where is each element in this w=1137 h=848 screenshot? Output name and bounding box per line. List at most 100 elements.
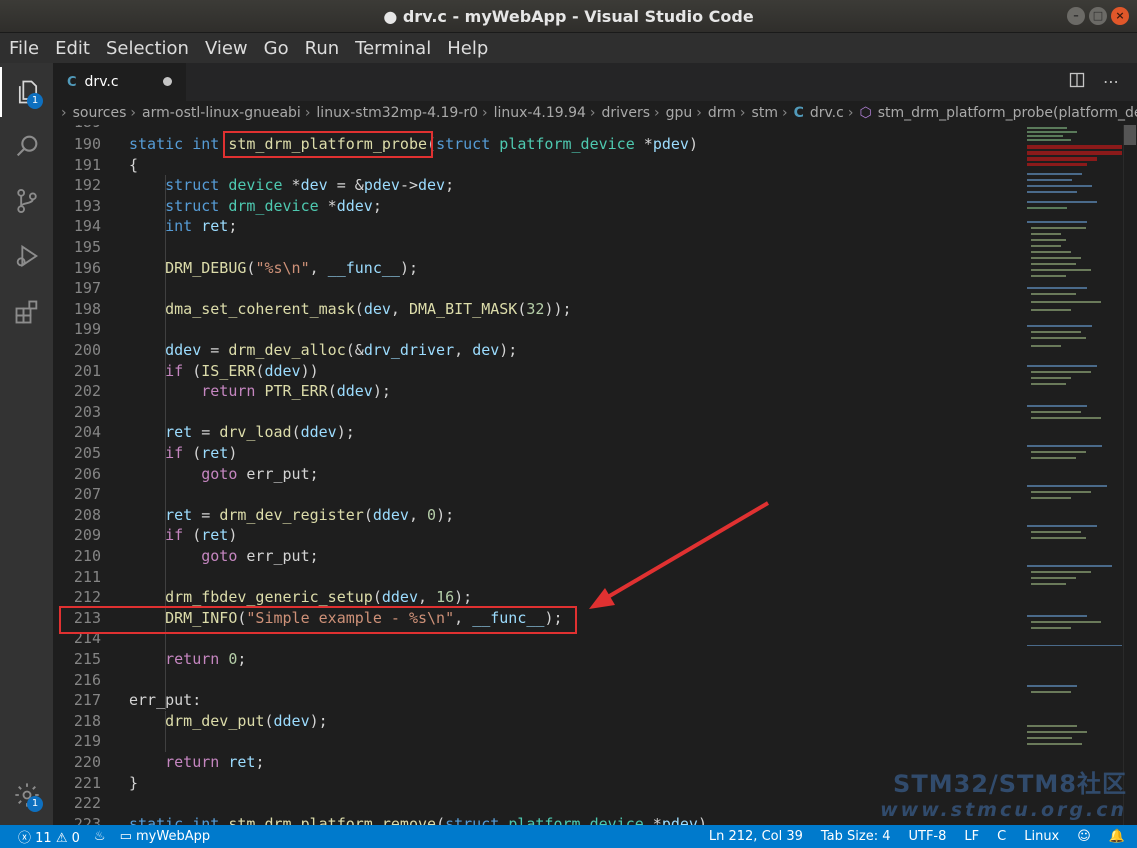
vertical-scrollbar[interactable]	[1123, 125, 1137, 825]
minimap-line	[1027, 145, 1122, 149]
breadcrumb-segment[interactable]: drm	[708, 105, 736, 121]
activity-bar: 1 1	[0, 63, 53, 825]
source-control-icon	[16, 188, 37, 214]
minimap-line	[1027, 185, 1092, 187]
menu-terminal[interactable]: Terminal	[355, 38, 431, 59]
minimap-line	[1031, 627, 1071, 629]
breadcrumb-segment[interactable]: linux-stm32mp-4.19-r0	[316, 105, 478, 121]
run-debug-button[interactable]	[0, 231, 53, 281]
maximize-button[interactable]: □	[1089, 7, 1107, 25]
scrollbar-thumb[interactable]	[1124, 125, 1136, 145]
minimap-line	[1031, 257, 1081, 259]
minimap-line	[1031, 275, 1066, 277]
menu-view[interactable]: View	[205, 38, 248, 59]
menu-bar: File Edit Selection View Go Run Terminal…	[0, 33, 1137, 63]
split-editor-icon[interactable]	[1069, 72, 1085, 92]
run-debug-icon	[16, 244, 38, 268]
minimap-line	[1031, 345, 1061, 347]
search-button[interactable]	[0, 121, 53, 171]
breadcrumb-symbol[interactable]: stm_drm_platform_probe(platform_device *…	[878, 105, 1137, 121]
breadcrumb-segment[interactable]: drivers	[602, 105, 650, 121]
editor-actions: ⋯	[1069, 72, 1119, 92]
minimap-line	[1027, 221, 1087, 223]
tab-label: drv.c	[84, 74, 119, 90]
folder-icon: ▭	[119, 829, 132, 844]
menu-help[interactable]: Help	[447, 38, 488, 59]
cursor-position[interactable]: Ln 212, Col 39	[709, 829, 803, 844]
minimap-line	[1031, 263, 1076, 265]
minimap-line	[1027, 325, 1092, 327]
minimap-line	[1031, 293, 1076, 295]
breadcrumb-segment[interactable]: stm	[752, 105, 778, 121]
chevron-right-icon: ›	[61, 105, 67, 121]
minimap-line	[1031, 577, 1076, 579]
explorer-button[interactable]: 1	[0, 67, 53, 117]
menu-run[interactable]: Run	[305, 38, 340, 59]
breadcrumb-segment[interactable]: arm-ostl-linux-gnueabi	[142, 105, 301, 121]
more-actions-icon[interactable]: ⋯	[1103, 72, 1119, 92]
menu-file[interactable]: File	[9, 38, 39, 59]
flame-icon[interactable]: ♨	[94, 829, 106, 844]
breadcrumb-file[interactable]: drv.c	[810, 105, 844, 121]
extensions-button[interactable]	[0, 287, 53, 337]
minimap-line	[1027, 743, 1082, 745]
minimap[interactable]	[1023, 125, 1123, 825]
minimap-line	[1027, 685, 1077, 687]
minimap-line	[1027, 615, 1087, 617]
language-mode[interactable]: C	[997, 829, 1006, 844]
platform[interactable]: Linux	[1024, 829, 1059, 844]
minimap-line	[1027, 151, 1122, 155]
minimap-line	[1031, 233, 1061, 235]
breadcrumb-segment[interactable]: sources	[73, 105, 127, 121]
manage-button[interactable]: 1	[0, 770, 53, 820]
feedback-icon[interactable]: ☺	[1077, 829, 1091, 844]
breadcrumb-segment[interactable]: linux-4.19.94	[494, 105, 586, 121]
error-count: 11	[35, 831, 52, 846]
minimap-line	[1027, 207, 1067, 209]
c-file-icon: C	[793, 105, 804, 121]
notifications-bell-icon[interactable]: 🔔	[1109, 829, 1125, 844]
minimap-line	[1031, 411, 1081, 413]
minimap-line	[1027, 127, 1067, 129]
minimap-line	[1027, 485, 1107, 487]
tab-drv-c[interactable]: C drv.c	[53, 63, 186, 101]
end-of-line[interactable]: LF	[964, 829, 979, 844]
minimap-line	[1031, 491, 1091, 493]
editor-tabs: C drv.c ⋯	[53, 63, 1137, 101]
breadcrumb-segment[interactable]: gpu	[666, 105, 693, 121]
minimize-button[interactable]: –	[1067, 7, 1085, 25]
menu-edit[interactable]: Edit	[55, 38, 90, 59]
annotation-arrow-icon	[589, 501, 770, 609]
tab-size[interactable]: Tab Size: 4	[821, 829, 891, 844]
menu-selection[interactable]: Selection	[106, 38, 189, 59]
chevron-right-icon: ›	[304, 105, 311, 121]
minimap-line	[1031, 331, 1081, 333]
watermark-title: STM32/STM8社区	[893, 770, 1127, 798]
minimap-line	[1031, 457, 1076, 459]
source-control-button[interactable]	[0, 176, 53, 226]
minimap-line	[1031, 239, 1066, 241]
encoding[interactable]: UTF-8	[909, 829, 947, 844]
close-button[interactable]: ×	[1111, 7, 1129, 25]
minimap-line	[1031, 691, 1071, 693]
minimap-line	[1031, 621, 1101, 623]
minimap-line	[1031, 531, 1081, 533]
unsaved-dot-icon[interactable]	[163, 77, 172, 86]
warning-icon: ⚠	[55, 831, 68, 846]
problems-indicator[interactable]: ⓧ 11 ⚠ 0	[18, 827, 80, 846]
minimap-line	[1027, 737, 1072, 739]
minimap-line	[1027, 173, 1082, 175]
minimap-line	[1031, 269, 1091, 271]
settings-badge: 1	[27, 796, 43, 812]
search-icon	[16, 135, 37, 157]
minimap-line	[1027, 139, 1071, 141]
minimap-line	[1027, 131, 1077, 133]
menu-go[interactable]: Go	[264, 38, 289, 59]
minimap-line	[1027, 135, 1063, 137]
folder-name: myWebApp	[136, 829, 211, 844]
code-editor[interactable]: 189 190 191 192 193 194 195 196 197 198 …	[53, 125, 1137, 825]
folder-indicator[interactable]: ▭ myWebApp	[120, 829, 211, 844]
minimap-line	[1031, 383, 1066, 385]
minimap-line	[1027, 191, 1077, 193]
minimap-line	[1027, 287, 1087, 289]
